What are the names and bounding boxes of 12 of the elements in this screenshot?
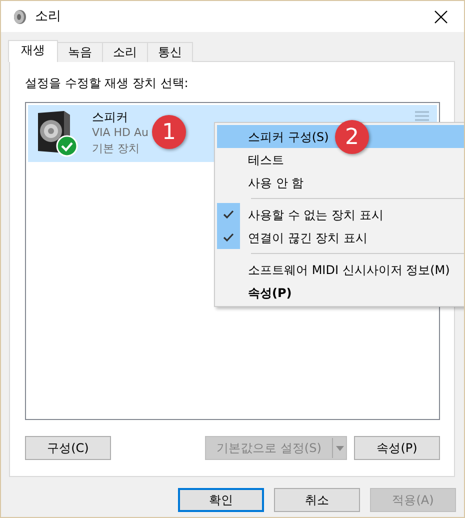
menu-item-label: 속성(P) [248,284,292,302]
prompt-label: 설정을 수정할 재생 장치 선택: [25,75,190,92]
device-name: 스피커 [92,109,129,125]
menu-item-label: 연결이 끊긴 장치 표시 [248,230,368,246]
menu-item-label: 스피커 구성(S) [248,128,329,146]
menu-item-label: 소프트웨어 MIDI 신시사이저 정보(M) [248,262,450,278]
device-description: VIA HD Au [92,125,149,141]
menu-item-label: 사용 안 함 [248,174,304,192]
menu-item-label: 사용할 수 없는 장치 표시 [248,206,384,224]
menu-item-label: 테스트 [248,152,284,168]
device-status: 기본 장치 [92,141,140,157]
window-title: 소리 [35,8,62,26]
